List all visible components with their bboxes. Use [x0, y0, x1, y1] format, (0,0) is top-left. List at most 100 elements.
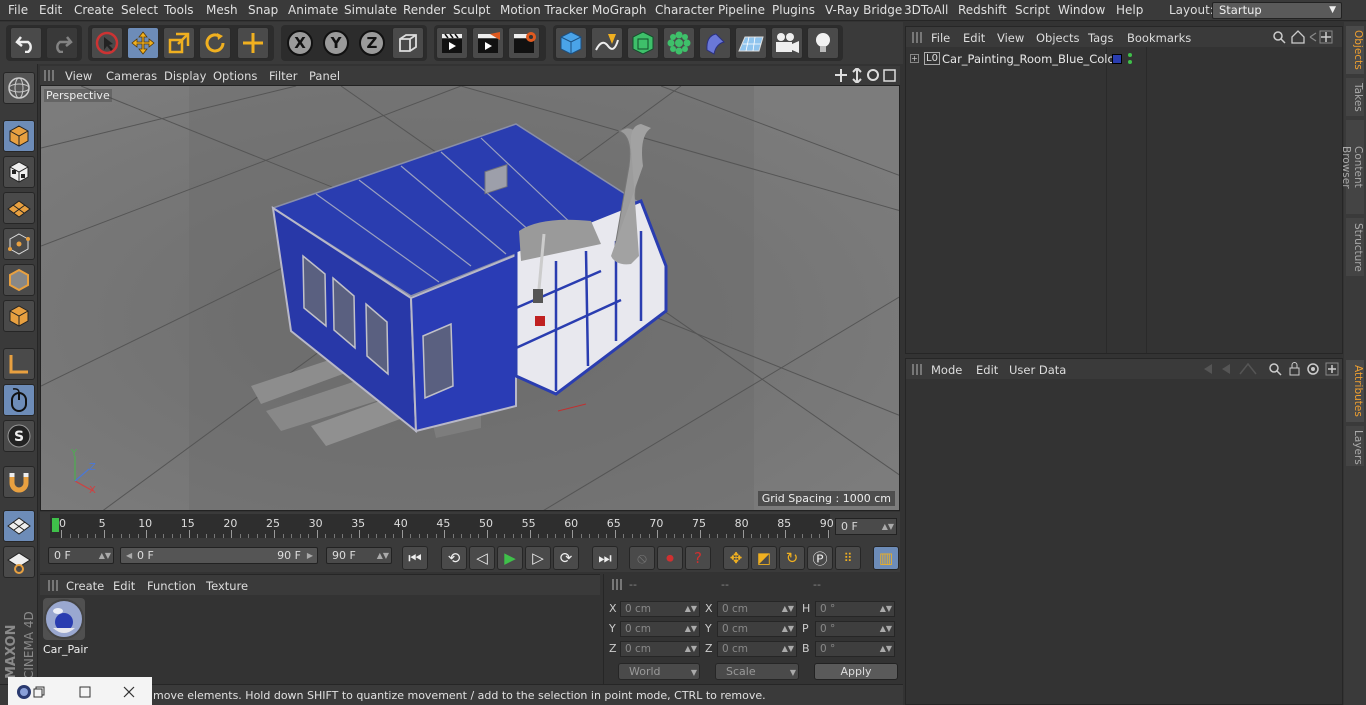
object-menu-bookmarks[interactable]: Bookmarks: [1127, 31, 1191, 45]
menu-render[interactable]: Render: [403, 3, 446, 17]
render-view-button[interactable]: [436, 27, 468, 59]
viewport-menu-options[interactable]: Options: [213, 69, 257, 83]
menu-sculpt[interactable]: Sculpt: [453, 3, 490, 17]
material-menu-create[interactable]: Create: [66, 579, 104, 593]
tab-attributes[interactable]: Attributes: [1346, 360, 1364, 422]
timeline-window-button[interactable]: ▥: [873, 546, 899, 570]
edges-mode-button[interactable]: [3, 264, 35, 296]
timeline-ruler[interactable]: 0 5 10 15 20 25 30 35 40 45 50 55 60 65 70 75 80 85 90: [50, 514, 834, 538]
material-menu-function[interactable]: Function: [147, 579, 196, 593]
axis-mode-button[interactable]: [3, 348, 35, 380]
key-parameter-button[interactable]: Ⓟ: [807, 546, 833, 570]
play-button[interactable]: ▶: [497, 546, 523, 570]
snap-button[interactable]: [3, 466, 35, 498]
workplane-lock-button[interactable]: [3, 510, 35, 542]
tab-layers[interactable]: Layers: [1346, 426, 1364, 466]
go-to-start-button[interactable]: ⏮: [402, 546, 428, 570]
y-axis-button[interactable]: Y: [320, 27, 352, 59]
apply-button[interactable]: Apply: [814, 663, 898, 680]
frame-range-slider[interactable]: ◀ 0 F 90 F ▶: [120, 547, 318, 564]
timeline[interactable]: 0 5 10 15 20 25 30 35 40 45 50 55 60 65 70 75 80 85 90 0 F…: [40, 512, 900, 542]
rotate-tool-button[interactable]: [199, 27, 231, 59]
autokey-button[interactable]: ⏺: [657, 546, 683, 570]
playhead[interactable]: [52, 518, 59, 532]
previous-key-button[interactable]: ⟲: [441, 546, 467, 570]
menu-window[interactable]: Window: [1058, 3, 1105, 17]
undo-button[interactable]: [10, 27, 42, 59]
key-pla-button[interactable]: ⠿: [835, 546, 861, 570]
size-mode-dropdown[interactable]: Scale ▼: [715, 663, 799, 680]
rot-h-field[interactable]: 0 ° ▲▼: [815, 601, 895, 617]
object-menu-tags[interactable]: Tags: [1088, 31, 1113, 45]
x-axis-button[interactable]: X: [284, 27, 316, 59]
z-axis-button[interactable]: Z: [356, 27, 388, 59]
viewport-menu-view[interactable]: View: [65, 69, 92, 83]
tab-structure[interactable]: Structure: [1346, 218, 1364, 276]
pos-x-field[interactable]: 0 cm ▲▼: [620, 601, 700, 617]
recent-tool-button[interactable]: [237, 27, 269, 59]
tab-objects[interactable]: Objects: [1346, 26, 1364, 74]
key-rotation-button[interactable]: ↻: [779, 546, 805, 570]
menu-animate[interactable]: Animate: [288, 3, 338, 17]
rot-b-field[interactable]: 0 ° ▲▼: [815, 641, 895, 657]
menu-vray-bridge[interactable]: V-Ray Bridge: [825, 3, 902, 17]
3d-viewport[interactable]: Y Z X Perspective Grid Spacing : 1000 cm: [40, 85, 900, 511]
material-menu-texture[interactable]: Texture: [206, 579, 248, 593]
object-menu-view[interactable]: View: [997, 31, 1024, 45]
viewport-menu-filter[interactable]: Filter: [269, 69, 297, 83]
workplane-mode-button[interactable]: [3, 192, 35, 224]
live-selection-button[interactable]: [91, 27, 123, 59]
expand-icon[interactable]: +: [910, 54, 919, 63]
pen-spline-button[interactable]: [591, 27, 623, 59]
object-row[interactable]: + L0 Car_Painting_Room_Blue_Color: [906, 51, 1342, 69]
menu-script[interactable]: Script: [1015, 3, 1050, 17]
menu-create[interactable]: Create: [74, 3, 114, 17]
viewport-menu-cameras[interactable]: Cameras: [106, 69, 157, 83]
menu-snap[interactable]: Snap: [248, 3, 278, 17]
render-visibility-dot[interactable]: [1128, 60, 1132, 64]
solo-button[interactable]: S: [3, 420, 35, 452]
workplane-align-button[interactable]: [3, 546, 35, 578]
subdivision-surface-button[interactable]: [627, 27, 659, 59]
size-y-field[interactable]: 0 cm ▲▼: [717, 621, 797, 637]
keyframe-selection-button[interactable]: ?: [685, 546, 711, 570]
render-to-picture-viewer-button[interactable]: [472, 27, 504, 59]
menu-edit[interactable]: Edit: [39, 3, 62, 17]
restore-icon[interactable]: [32, 685, 46, 699]
maximize-icon[interactable]: [78, 685, 92, 699]
cube-primitive-button[interactable]: [555, 27, 587, 59]
close-icon[interactable]: [122, 685, 136, 699]
attribute-panel-nav-icons[interactable]: [1202, 362, 1340, 376]
menu-motion-tracker[interactable]: Motion Tracker: [500, 3, 588, 17]
menu-3dtoall[interactable]: 3DToAll: [904, 3, 948, 17]
go-to-end-button[interactable]: ⏭: [592, 546, 618, 570]
menu-tools[interactable]: Tools: [164, 3, 194, 17]
rot-p-field[interactable]: 0 ° ▲▼: [815, 621, 895, 637]
tweak-mode-button[interactable]: [3, 384, 35, 416]
size-z-field[interactable]: 0 cm ▲▼: [717, 641, 797, 657]
start-frame-field[interactable]: 0 F ▲▼: [48, 547, 114, 564]
floor-button[interactable]: [735, 27, 767, 59]
menu-select[interactable]: Select: [121, 3, 158, 17]
deformer-button[interactable]: [699, 27, 731, 59]
render-settings-button[interactable]: [508, 27, 540, 59]
menu-help[interactable]: Help: [1116, 3, 1143, 17]
object-menu-edit[interactable]: Edit: [963, 31, 985, 45]
coordinate-system-button[interactable]: [392, 27, 424, 59]
record-keys-button[interactable]: ⦸: [629, 546, 655, 570]
previous-frame-button[interactable]: ◁: [469, 546, 495, 570]
object-name[interactable]: Car_Painting_Room_Blue_Color: [942, 52, 1119, 66]
scale-tool-button[interactable]: [163, 27, 195, 59]
light-button[interactable]: [807, 27, 839, 59]
viewport-menu-panel[interactable]: Panel: [309, 69, 340, 83]
move-tool-button[interactable]: [127, 27, 159, 59]
key-position-button[interactable]: ✥: [723, 546, 749, 570]
viewport-menu-display[interactable]: Display: [164, 69, 206, 83]
points-mode-button[interactable]: [3, 228, 35, 260]
tab-takes[interactable]: Takes: [1346, 78, 1364, 116]
pos-y-field[interactable]: 0 cm ▲▼: [620, 621, 700, 637]
object-menu-file[interactable]: File: [931, 31, 950, 45]
menu-mograph[interactable]: MoGraph: [592, 3, 647, 17]
menu-pipeline[interactable]: Pipeline: [718, 3, 765, 17]
material-item[interactable]: Car_Pair: [40, 595, 90, 659]
